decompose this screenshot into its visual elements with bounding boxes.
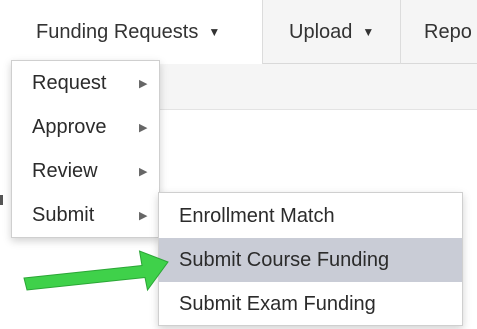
pointer-arrow-icon bbox=[23, 250, 169, 292]
